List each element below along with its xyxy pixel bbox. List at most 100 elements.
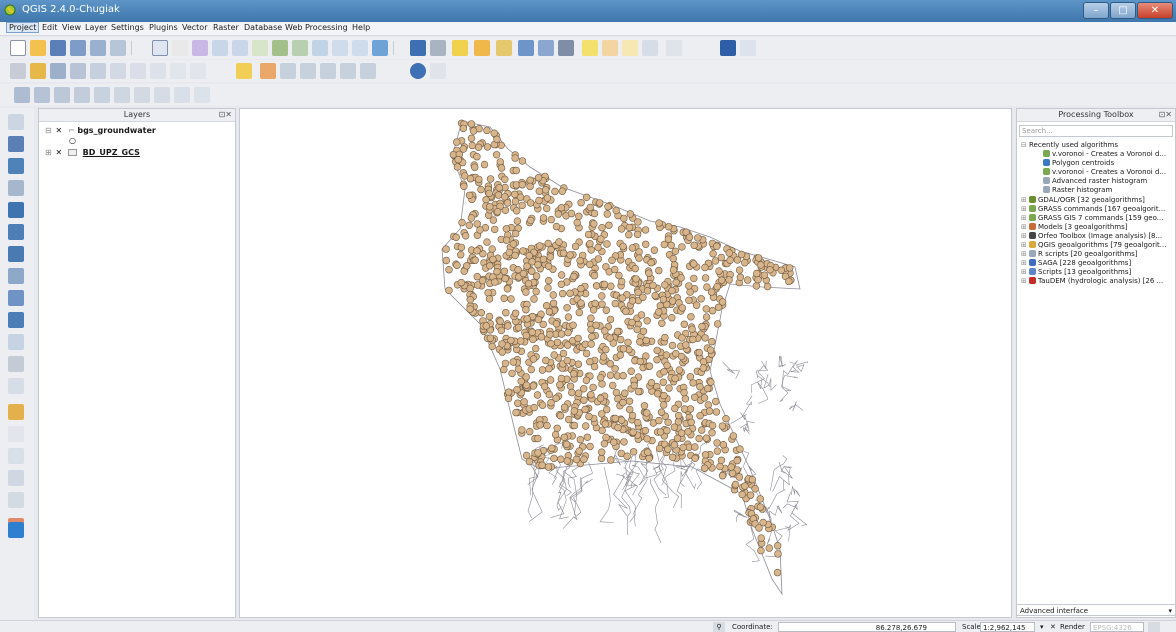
layer-labeling-icon[interactable]	[260, 63, 276, 79]
add-feature-icon[interactable]	[70, 63, 86, 79]
provider-qgis[interactable]: ⊞ QGIS geoalgorithms [79 geoalgorit...	[1021, 241, 1175, 250]
provider-r[interactable]: ⊞ R scripts [20 geoalgorithms]	[1021, 250, 1175, 259]
rotate-label-icon[interactable]	[340, 63, 356, 79]
zoom-next-icon[interactable]	[352, 40, 368, 56]
menu-layer[interactable]: Layer	[83, 23, 109, 32]
field-calculator-icon[interactable]	[538, 40, 554, 56]
local-histogram-icon[interactable]	[34, 87, 50, 103]
expand-icon[interactable]: ⊞	[1021, 241, 1029, 250]
composer-manager-icon[interactable]	[110, 40, 126, 56]
expand-icon[interactable]: ⊞	[1021, 268, 1029, 277]
provider-grass7[interactable]: ⊞ GRASS GIS 7 commands [159 geo...	[1021, 214, 1175, 223]
maximize-button[interactable]: □	[1110, 2, 1136, 19]
coordinate-toggle-icon[interactable]: ⚲	[713, 622, 725, 632]
add-vector-layer-icon[interactable]	[8, 114, 24, 130]
panel-float-close-icon[interactable]: ⊡✕	[1159, 109, 1172, 121]
stop-render-icon[interactable]: ✕	[1050, 622, 1056, 632]
increase-brightness-icon[interactable]	[114, 87, 130, 103]
add-wms-layer-icon[interactable]	[8, 246, 24, 262]
decrease-contrast-icon[interactable]	[174, 87, 190, 103]
text-annotation-icon[interactable]	[642, 40, 658, 56]
zoom-to-layer-icon[interactable]	[312, 40, 328, 56]
coordinate-field[interactable]: 86.278,26.679	[778, 622, 956, 632]
gps-tools-icon[interactable]	[8, 404, 24, 420]
raster-stretch-icon[interactable]	[14, 87, 30, 103]
map-canvas[interactable]	[239, 108, 1012, 618]
layer-visibility-checkbox[interactable]: ✕	[56, 147, 66, 159]
copy-features-icon[interactable]	[170, 63, 186, 79]
menu-settings[interactable]: Settings	[109, 23, 146, 32]
expand-icon[interactable]: ⊞	[1021, 223, 1029, 232]
recent-algorithm-item[interactable]: v.voronoi - Creates a Voronoi d...	[1043, 168, 1175, 177]
add-mssql-layer-icon[interactable]	[8, 202, 24, 218]
delete-selected-icon[interactable]	[130, 63, 146, 79]
select-features-icon[interactable]	[452, 40, 468, 56]
expand-icon[interactable]: ⊞	[1021, 205, 1029, 214]
select-by-expression-icon[interactable]	[474, 40, 490, 56]
add-raster-layer-icon[interactable]	[8, 136, 24, 152]
zoom-to-selection-icon[interactable]	[292, 40, 308, 56]
full-cumulative-icon[interactable]	[94, 87, 110, 103]
bookmark-icon[interactable]	[602, 40, 618, 56]
save-as-icon[interactable]	[70, 40, 86, 56]
toggle-editing-icon[interactable]	[30, 63, 46, 79]
provider-saga[interactable]: ⊞ SAGA [228 geoalgorithms]	[1021, 259, 1175, 268]
map-swipe-icon[interactable]	[8, 426, 24, 442]
advanced-interface-select[interactable]: Advanced interface ▾	[1016, 604, 1176, 616]
expand-icon[interactable]: ⊟	[45, 125, 53, 137]
local-cumulative-icon[interactable]	[74, 87, 90, 103]
open-project-icon[interactable]	[30, 40, 46, 56]
menu-plugins[interactable]: Plugins	[147, 23, 180, 32]
pan-to-selection-icon[interactable]	[192, 40, 208, 56]
map-tips-icon[interactable]	[582, 40, 598, 56]
provider-taudem[interactable]: ⊞ TauDEM (hydrologic analysis) [26 ...	[1021, 277, 1175, 286]
plugin-icon[interactable]	[430, 63, 446, 79]
recent-algorithm-item[interactable]: Polygon centroids	[1043, 159, 1175, 168]
zoom-1-1-icon[interactable]	[252, 40, 268, 56]
increase-contrast-icon[interactable]	[154, 87, 170, 103]
add-virtual-layer-icon[interactable]	[8, 378, 24, 394]
deselect-icon[interactable]	[496, 40, 512, 56]
close-button[interactable]: ✕	[1137, 2, 1173, 19]
save-edits-icon[interactable]	[50, 63, 66, 79]
menu-web[interactable]: Web	[283, 23, 304, 32]
raster-extra-icon[interactable]	[194, 87, 210, 103]
add-delimited-text-icon[interactable]	[8, 312, 24, 328]
expand-icon[interactable]: ⊞	[1021, 259, 1029, 268]
whats-this-icon[interactable]	[740, 40, 756, 56]
full-histogram-icon[interactable]	[54, 87, 70, 103]
provider-scripts[interactable]: ⊞ Scripts [13 geoalgorithms]	[1021, 268, 1175, 277]
menu-database[interactable]: Database	[242, 23, 284, 32]
zoom-last-icon[interactable]	[332, 40, 348, 56]
menu-help[interactable]: Help	[350, 23, 372, 32]
menu-view[interactable]: View	[60, 23, 83, 32]
panel-float-close-icon[interactable]: ⊡✕	[219, 109, 232, 121]
recent-algorithm-item[interactable]: Raster histogram	[1043, 186, 1175, 195]
processing-tool-icon[interactable]	[8, 522, 24, 538]
new-shapefile-icon[interactable]	[8, 334, 24, 350]
print-composer-icon[interactable]	[90, 40, 106, 56]
recent-algorithm-item[interactable]: v.voronoi - Creates a Voronoi d...	[1043, 150, 1175, 159]
expand-icon[interactable]: ⊞	[1021, 277, 1029, 286]
pan-hand-icon[interactable]	[172, 40, 188, 56]
add-postgis-layer-icon[interactable]	[8, 158, 24, 174]
copyright-label-icon[interactable]	[8, 492, 24, 508]
dropdown-arrow-icon[interactable]: ▾	[1040, 622, 1044, 632]
menu-vector[interactable]: Vector	[180, 23, 210, 32]
collapse-icon[interactable]: ⊟	[1021, 141, 1029, 150]
save-project-icon[interactable]	[50, 40, 66, 56]
expand-icon[interactable]: ⊞	[1021, 214, 1029, 223]
provider-models[interactable]: ⊞ Models [3 geoalgorithms]	[1021, 223, 1175, 232]
touch-zoom-icon[interactable]	[152, 40, 168, 56]
provider-gdal[interactable]: ⊞ GDAL/OGR [32 geoalgorithms]	[1021, 196, 1175, 205]
python-console-icon[interactable]	[720, 40, 736, 56]
cut-features-icon[interactable]	[150, 63, 166, 79]
annotation-icon[interactable]	[622, 40, 638, 56]
label-icon[interactable]	[236, 63, 252, 79]
node-tool-icon[interactable]	[110, 63, 126, 79]
move-label-icon[interactable]	[320, 63, 336, 79]
provider-grass[interactable]: ⊞ GRASS commands [167 geoalgorit...	[1021, 205, 1175, 214]
render-checkbox-label[interactable]: Render	[1060, 622, 1085, 632]
expand-icon[interactable]: ⊞	[1021, 196, 1029, 205]
messages-icon[interactable]	[1148, 622, 1160, 632]
